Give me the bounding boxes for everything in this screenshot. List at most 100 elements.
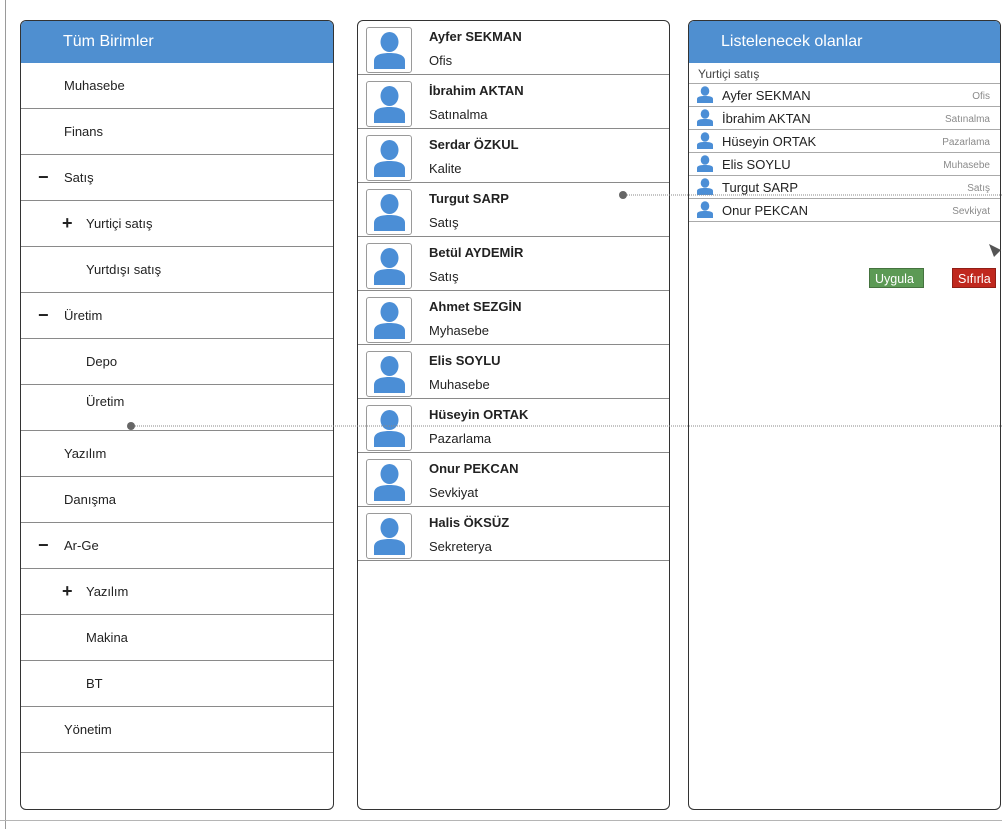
person-department: Sekreterya (429, 539, 492, 554)
person-department: Pazarlama (429, 431, 492, 446)
person-name: Ayfer SEKMAN (429, 29, 522, 44)
selected-row[interactable]: Ayfer SEKMAN Ofis (689, 84, 1000, 107)
group-label: Yurtiçi satış (689, 63, 1000, 84)
selected-department: Ofis (972, 91, 990, 102)
person-name: İbrahim AKTAN (429, 83, 524, 98)
tree-item-label: Yurtdışı satış (86, 262, 162, 277)
avatar (366, 513, 412, 559)
tree-item-label: Yurtiçi satış (86, 216, 153, 231)
tree-item-label: BT (86, 676, 103, 691)
tree-item-label: Yönetim (64, 722, 112, 737)
expand-icon[interactable]: + (62, 569, 73, 613)
person-department: Sevkiyat (429, 485, 479, 500)
person-name: Turgut SARP (429, 191, 509, 206)
person-department: Kalite (429, 161, 462, 176)
collapse-icon[interactable]: − (38, 293, 49, 337)
avatar (366, 459, 412, 505)
units-panel: Tüm Birimler Muhasebe Finans − Satış + Y… (20, 20, 334, 810)
selected-panel: Listelenecek olanlar Yurtiçi satış Ayfer… (688, 20, 1001, 810)
selected-name: İbrahim AKTAN (722, 111, 811, 126)
person-card[interactable]: İbrahim AKTAN Satınalma (358, 75, 669, 129)
tree-item-yonetim[interactable]: Yönetim (21, 707, 333, 753)
apply-button[interactable]: Uygula (869, 268, 924, 288)
person-name: Elis SOYLU (429, 353, 501, 368)
tree-item-label: Satış (64, 170, 94, 185)
selected-panel-title: Listelenecek olanlar (689, 21, 1000, 63)
user-icon (697, 201, 713, 225)
tree-item-muhasebe[interactable]: Muhasebe (21, 63, 333, 109)
tree-item-bt[interactable]: BT (21, 661, 333, 707)
person-name: Onur PEKCAN (429, 461, 519, 476)
tree-item-label: Ar-Ge (64, 538, 99, 553)
person-name: Ahmet SEZGİN (429, 299, 522, 314)
selected-row[interactable]: Elis SOYLU Muhasebe (689, 153, 1000, 176)
person-card[interactable]: Halis ÖKSÜZ Sekreterya (358, 507, 669, 561)
tree-item-danisma[interactable]: Danışma (21, 477, 333, 523)
person-department: Muhasebe (429, 377, 490, 392)
tree-item-label: Muhasebe (64, 78, 125, 93)
window-bottom-edge (0, 820, 1002, 821)
person-card[interactable]: Hüseyin ORTAK Pazarlama (358, 399, 669, 453)
person-department: Satış (429, 269, 459, 284)
tree-item-label: Üretim (86, 394, 125, 409)
selected-department: Muhasebe (943, 160, 990, 171)
units-panel-title: Tüm Birimler (21, 21, 333, 63)
selected-row[interactable]: Turgut SARP Satış (689, 176, 1000, 199)
avatar (366, 189, 412, 235)
avatar (366, 27, 412, 73)
tree-item-yazilim[interactable]: Yazılım (21, 431, 333, 477)
selected-name: Elis SOYLU (722, 157, 791, 172)
avatar (366, 135, 412, 181)
avatar (366, 297, 412, 343)
person-card[interactable]: Serdar ÖZKUL Kalite (358, 129, 669, 183)
tree-item-makina[interactable]: Makina (21, 615, 333, 661)
person-card[interactable]: Turgut SARP Satış (358, 183, 669, 237)
person-name: Betül AYDEMİR (429, 245, 524, 260)
tree-item-depo[interactable]: Depo (21, 339, 333, 385)
tree-item-label: Yazılım (64, 446, 107, 461)
selected-department: Pazarlama (942, 137, 990, 148)
selected-name: Ayfer SEKMAN (722, 88, 811, 103)
tree-item-uretim-sub[interactable]: Üretim (21, 385, 333, 431)
tree-item-label: Üretim (64, 308, 103, 323)
person-name: Hüseyin ORTAK (429, 407, 529, 422)
expand-icon[interactable]: + (62, 201, 73, 245)
person-department: Myhasebe (429, 323, 489, 338)
reset-button[interactable]: Sıfırla (952, 268, 996, 288)
person-card[interactable]: Betül AYDEMİR Satış (358, 237, 669, 291)
person-card[interactable]: Elis SOYLU Muhasebe (358, 345, 669, 399)
tree-item-yazilim-sub[interactable]: + Yazılım (21, 569, 333, 615)
person-card[interactable]: Ayfer SEKMAN Ofis (358, 21, 669, 75)
selected-name: Onur PEKCAN (722, 203, 808, 218)
collapse-icon[interactable]: − (38, 155, 49, 199)
tree-item-finans[interactable]: Finans (21, 109, 333, 155)
tree-item-satis[interactable]: − Satış (21, 155, 333, 201)
person-department: Ofis (429, 53, 453, 68)
tree-item-uretim[interactable]: − Üretim (21, 293, 333, 339)
people-list: Ayfer SEKMAN Ofis İbrahim AKTAN Satınalma Se… (358, 21, 669, 561)
person-card[interactable]: Onur PEKCAN Sevkiyat (358, 453, 669, 507)
person-department: Satınalma (429, 107, 488, 122)
person-name: Halis ÖKSÜZ (429, 515, 510, 530)
selected-row[interactable]: Hüseyin ORTAK Pazarlama (689, 130, 1000, 153)
collapse-icon[interactable]: − (38, 523, 49, 567)
tree-item-label: Yazılım (86, 584, 129, 599)
person-card[interactable]: Ahmet SEZGİN Myhasebe (358, 291, 669, 345)
selected-department: Satınalma (944, 114, 990, 125)
selected-department: Satış (967, 183, 990, 194)
tree-item-label: Danışma (64, 492, 117, 507)
avatar (366, 351, 412, 397)
tree-item-yurtici-satis[interactable]: + Yurtiçi satış (21, 201, 333, 247)
tree-item-label: Finans (64, 124, 104, 139)
selected-row[interactable]: Onur PEKCAN Sevkiyat (689, 199, 1000, 222)
avatar (366, 405, 412, 451)
tree-item-ar-ge[interactable]: − Ar-Ge (21, 523, 333, 569)
tree-item-label: Makina (86, 630, 128, 645)
tree-item-yurtdisi-satis[interactable]: Yurtdışı satış (21, 247, 333, 293)
window-left-edge (0, 0, 6, 829)
selected-row[interactable]: İbrahim AKTAN Satınalma (689, 107, 1000, 130)
avatar (366, 81, 412, 127)
selected-list: Ayfer SEKMAN Ofis İbrahim AKTAN Satınalma Hü… (689, 84, 1000, 222)
selected-name: Hüseyin ORTAK (722, 134, 817, 149)
person-department: Satış (429, 215, 459, 230)
